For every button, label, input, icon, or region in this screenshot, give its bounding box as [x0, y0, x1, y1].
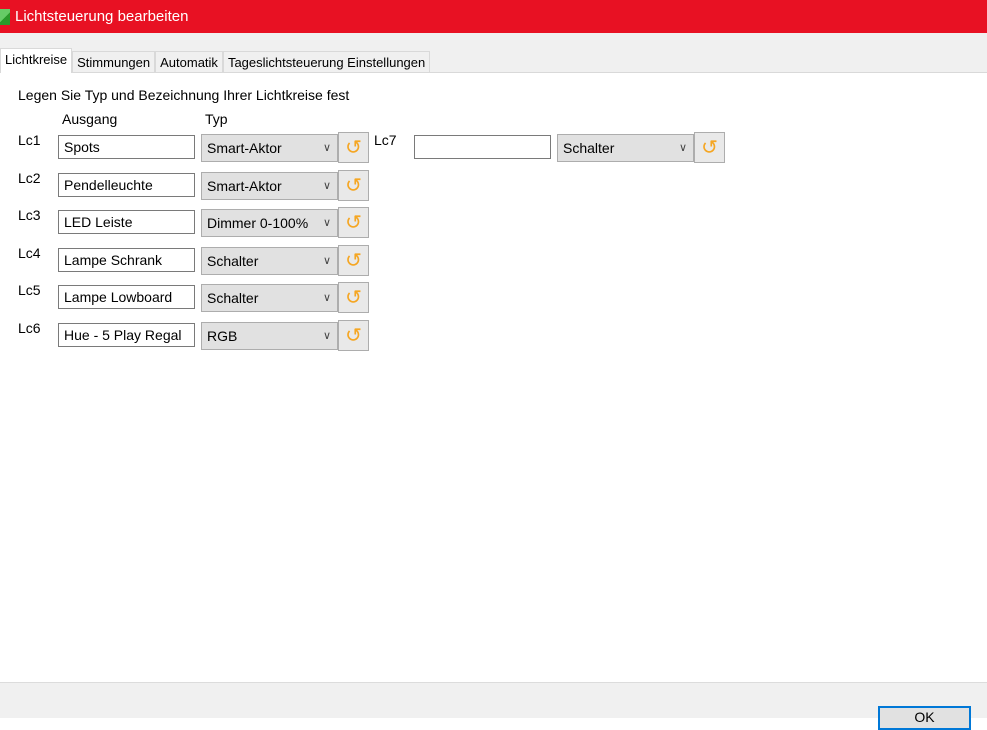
- circuit-type-select[interactable]: Smart-Aktor ∨: [201, 134, 338, 162]
- tab-automatik[interactable]: Automatik: [155, 51, 223, 74]
- circuit-label: Lc1: [18, 132, 41, 148]
- circuit-type-select[interactable]: Dimmer 0-100% ∨: [201, 209, 338, 238]
- reset-button[interactable]: ↺: [338, 282, 369, 314]
- circuit-label: Lc2: [18, 169, 41, 186]
- circuit-label: Lc3: [18, 207, 41, 224]
- reset-button[interactable]: ↺: [338, 132, 369, 163]
- chevron-down-icon: ∨: [322, 142, 331, 154]
- footer: [0, 682, 987, 718]
- chevron-down-icon: ∨: [322, 254, 331, 267]
- circuit-type-select[interactable]: RGB ∨: [201, 322, 338, 350]
- reset-button[interactable]: ↺: [338, 320, 369, 351]
- title-bar: Lichtsteuerung bearbeiten: [0, 0, 987, 33]
- circuit-name-input[interactable]: Lampe Schrank: [58, 247, 195, 272]
- circuit-type-value: Smart-Aktor: [207, 177, 282, 194]
- circuit-label: Lc4: [18, 244, 41, 261]
- chevron-down-icon: ∨: [322, 330, 331, 342]
- undo-icon: ↺: [345, 137, 362, 159]
- tab-panel: Legen Sie Typ und Bezeichnung Ihrer Lich…: [0, 72, 987, 682]
- circuit-type-value: Smart-Aktor: [207, 140, 282, 156]
- tab-stimmungen[interactable]: Stimmungen: [72, 51, 156, 74]
- circuit-type-value: RGB: [207, 328, 238, 344]
- circuit-name-input[interactable]: Hue - 5 Play Regal: [58, 323, 195, 347]
- chevron-down-icon: ∨: [322, 179, 331, 192]
- tab-bar: Lichtkreise Stimmungen Automatik Tagesli…: [0, 48, 431, 74]
- circuit-type-select[interactable]: Smart-Aktor ∨: [201, 171, 338, 200]
- circuit-name-input[interactable]: Pendelleuchte: [58, 172, 195, 197]
- circuit-type-value: Schalter: [563, 140, 615, 156]
- app-icon: [0, 8, 10, 25]
- reset-button[interactable]: ↺: [694, 132, 725, 163]
- circuit-label: Lc5: [18, 282, 41, 299]
- undo-icon: ↺: [345, 174, 362, 197]
- reset-button[interactable]: ↺: [338, 244, 369, 276]
- undo-icon: ↺: [345, 249, 362, 272]
- chevron-down-icon: ∨: [322, 292, 331, 305]
- undo-icon: ↺: [345, 212, 362, 235]
- tab-tageslichtsteuerung[interactable]: Tageslichtsteuerung Einstellungen: [222, 51, 431, 74]
- tab-lichtkreise[interactable]: Lichtkreise: [0, 48, 73, 73]
- circuit-type-select[interactable]: Schalter ∨: [557, 134, 694, 162]
- circuit-name-input[interactable]: LED Leiste: [58, 210, 195, 235]
- circuit-type-value: Schalter: [207, 290, 259, 307]
- circuit-name-input[interactable]: Lampe Lowboard: [58, 285, 195, 310]
- circuit-type-select[interactable]: Schalter ∨: [201, 246, 338, 275]
- reset-button[interactable]: ↺: [338, 169, 369, 201]
- window-title: Lichtsteuerung bearbeiten: [15, 8, 189, 25]
- ok-button[interactable]: OK: [878, 706, 971, 730]
- instruction-text: Legen Sie Typ und Bezeichnung Ihrer Lich…: [18, 87, 350, 103]
- circuit-type-value: Dimmer 0-100%: [207, 215, 309, 232]
- undo-icon: ↺: [701, 137, 718, 159]
- circuit-type-value: Schalter: [207, 252, 259, 269]
- undo-icon: ↺: [345, 287, 362, 310]
- chevron-down-icon: ∨: [322, 217, 331, 230]
- circuit-label: Lc6: [18, 320, 41, 336]
- reset-button[interactable]: ↺: [338, 207, 369, 239]
- chevron-down-icon: ∨: [678, 142, 687, 154]
- undo-icon: ↺: [345, 325, 362, 347]
- column-header-output: Ausgang: [62, 111, 118, 127]
- column-header-type: Typ: [205, 111, 228, 127]
- circuit-name-input[interactable]: [414, 135, 551, 159]
- circuit-name-input[interactable]: Spots: [58, 135, 195, 159]
- circuit-type-select[interactable]: Schalter ∨: [201, 284, 338, 313]
- circuit-label: Lc7: [374, 132, 397, 148]
